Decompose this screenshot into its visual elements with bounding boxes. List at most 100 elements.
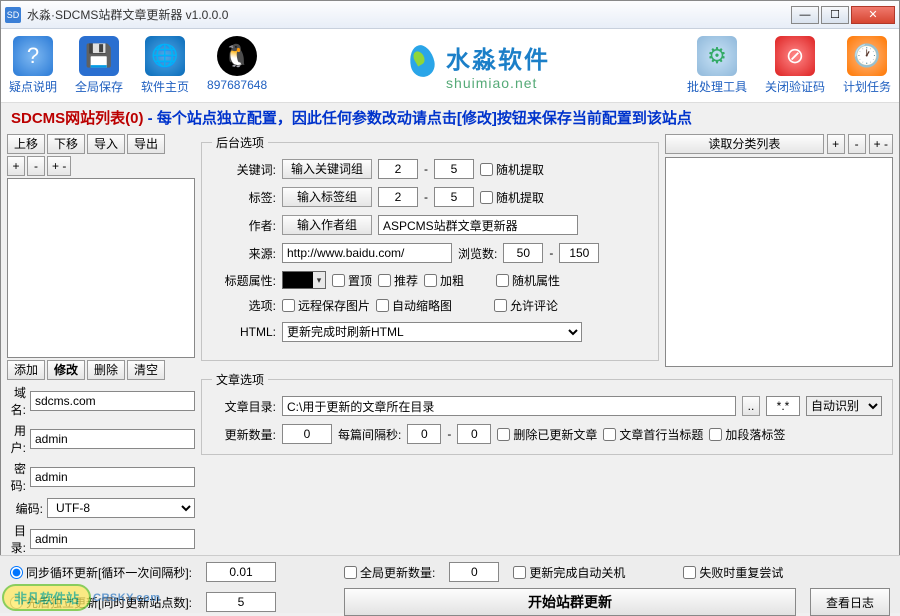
tag-group-button[interactable]: 输入标签组: [282, 187, 372, 207]
qq-button[interactable]: 🐧897687648: [207, 36, 267, 95]
delupd-check[interactable]: [497, 428, 510, 441]
recommend-check[interactable]: [378, 274, 391, 287]
artdir-input[interactable]: [282, 396, 736, 416]
clock-icon: 🕐: [847, 36, 887, 76]
site-list-title: SDCMS网站列表(0): [11, 110, 144, 127]
domain-input[interactable]: [30, 391, 195, 411]
source-input[interactable]: [282, 243, 452, 263]
dir-label: 目录:: [7, 522, 26, 556]
batch-button[interactable]: ⚙批处理工具: [687, 36, 747, 95]
move-down-button[interactable]: 下移: [47, 134, 85, 154]
right-plus-button[interactable]: +: [827, 134, 845, 154]
import-button[interactable]: 导入: [87, 134, 125, 154]
titlebar: SD 水淼·SDCMS站群文章更新器 v1.0.0.0 — ☐ ✕: [1, 1, 899, 29]
titleattr-label: 标题属性:: [212, 272, 276, 289]
detect-select[interactable]: 自动识别: [806, 396, 882, 416]
tag-max[interactable]: [434, 187, 474, 207]
close-button[interactable]: ✕: [851, 6, 895, 24]
right-panel: 读取分类列表 + - + -: [665, 134, 893, 367]
top-check[interactable]: [332, 274, 345, 287]
log-button[interactable]: 查看日志: [810, 588, 890, 616]
user-input[interactable]: [30, 429, 195, 449]
enc-select[interactable]: UTF-8: [47, 498, 195, 518]
clear-button[interactable]: 清空: [127, 360, 165, 380]
views-max[interactable]: [559, 243, 599, 263]
read-category-button[interactable]: 读取分类列表: [665, 134, 824, 154]
page-header: SDCMS网站列表(0) - 每个站点独立配置，因此任何参数改动请点击[修改]按…: [1, 103, 899, 132]
retry-check[interactable]: [683, 566, 696, 579]
home-button[interactable]: 🌐软件主页: [141, 36, 189, 95]
backend-options: 后台选项 关键词: 输入关键词组 - 随机提取 标签: 输入标签组 - 随机提取…: [201, 134, 659, 361]
addpara-check[interactable]: [709, 428, 722, 441]
save-button[interactable]: 💾全局保存: [75, 36, 123, 95]
browse-button[interactable]: ..: [742, 396, 760, 416]
randattr-check[interactable]: [496, 274, 509, 287]
sync-interval-input[interactable]: [206, 562, 276, 582]
tag-min[interactable]: [378, 187, 418, 207]
add-button[interactable]: 添加: [7, 360, 45, 380]
kw-group-button[interactable]: 输入关键词组: [282, 159, 372, 179]
left-plus-button[interactable]: +: [7, 156, 25, 176]
seq-mode-radio[interactable]: [10, 596, 23, 609]
seq-count-input[interactable]: [206, 592, 276, 612]
html-select[interactable]: 更新完成时刷新HTML: [282, 322, 582, 342]
color-picker[interactable]: [282, 271, 326, 289]
tag-label: 标签:: [212, 189, 276, 206]
toolbar: ?疑点说明 💾全局保存 🌐软件主页 🐧897687648 水淼软件shuimia…: [1, 29, 899, 103]
sync-mode-radio[interactable]: [10, 566, 23, 579]
thumb-check[interactable]: [376, 299, 389, 312]
views-min[interactable]: [503, 243, 543, 263]
category-list[interactable]: [665, 157, 893, 367]
kw-max[interactable]: [434, 159, 474, 179]
global-count-check[interactable]: [344, 566, 357, 579]
kw-min[interactable]: [378, 159, 418, 179]
author-group-button[interactable]: 输入作者组: [282, 215, 372, 235]
captcha-button[interactable]: ⊘关闭验证码: [765, 36, 825, 95]
pass-input[interactable]: [30, 467, 195, 487]
site-list[interactable]: [7, 178, 195, 358]
gear-icon: ⚙: [697, 36, 737, 76]
views-label: 浏览数:: [458, 245, 497, 262]
export-button[interactable]: 导出: [127, 134, 165, 154]
save-icon: 💾: [79, 36, 119, 76]
delete-button[interactable]: 删除: [87, 360, 125, 380]
help-button[interactable]: ?疑点说明: [9, 36, 57, 95]
html-label: HTML:: [212, 325, 276, 339]
interval-label: 每篇间隔秒:: [338, 426, 401, 443]
app-icon: SD: [5, 7, 21, 23]
minimize-button[interactable]: —: [791, 6, 819, 24]
bottom-bar: 同步循环更新[循环一次间隔秒]: 全局更新数量: 更新完成自动关机 失败时重复尝…: [0, 555, 900, 613]
shutdown-check[interactable]: [513, 566, 526, 579]
backend-legend: 后台选项: [212, 134, 268, 151]
edit-button[interactable]: 修改: [47, 360, 85, 380]
qq-icon: 🐧: [217, 36, 257, 76]
artdir-label: 文章目录:: [212, 398, 276, 415]
left-minus-button[interactable]: -: [27, 156, 45, 176]
author-input[interactable]: [378, 215, 578, 235]
ext-input[interactable]: [766, 396, 800, 416]
domain-label: 域名:: [7, 384, 26, 418]
upcnt-input[interactable]: [282, 424, 332, 444]
bold-check[interactable]: [424, 274, 437, 287]
move-up-button[interactable]: 上移: [7, 134, 45, 154]
left-pm-button[interactable]: + -: [47, 156, 71, 176]
maximize-button[interactable]: ☐: [821, 6, 849, 24]
schedule-button[interactable]: 🕐计划任务: [843, 36, 891, 95]
tag-random-check[interactable]: [480, 191, 493, 204]
comment-check[interactable]: [494, 299, 507, 312]
user-label: 用户:: [7, 422, 26, 456]
dir-input[interactable]: [30, 529, 195, 549]
interval-min[interactable]: [407, 424, 441, 444]
kw-random-check[interactable]: [480, 163, 493, 176]
window-title: 水淼·SDCMS站群文章更新器 v1.0.0.0: [27, 6, 789, 23]
right-pm-button[interactable]: + -: [869, 134, 893, 154]
brand-logo: 水淼软件shuimiao.net: [404, 40, 550, 91]
forbidden-icon: ⊘: [775, 36, 815, 76]
global-count-input[interactable]: [449, 562, 499, 582]
interval-max[interactable]: [457, 424, 491, 444]
help-icon: ?: [13, 36, 53, 76]
start-button[interactable]: 开始站群更新: [344, 588, 796, 616]
firstline-check[interactable]: [603, 428, 616, 441]
saveimg-check[interactable]: [282, 299, 295, 312]
right-minus-button[interactable]: -: [848, 134, 866, 154]
